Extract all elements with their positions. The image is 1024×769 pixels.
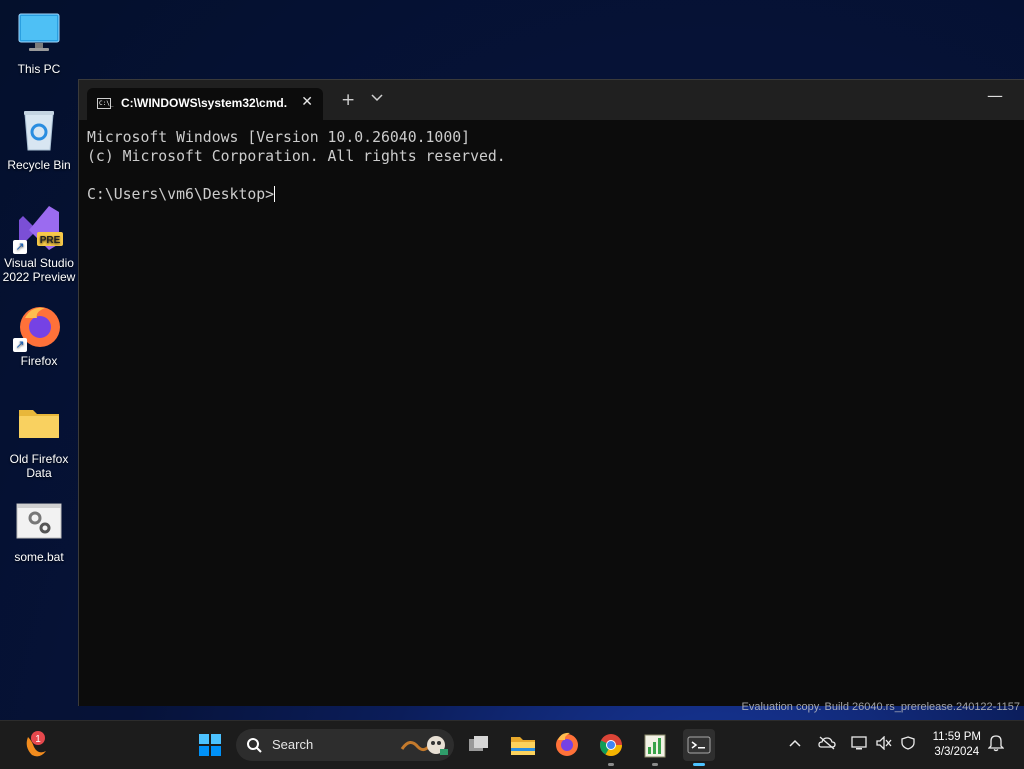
- widgets-icon: 1: [26, 731, 46, 757]
- console-output[interactable]: Microsoft Windows [Version 10.0.26040.10…: [87, 128, 506, 204]
- desktop-icon-firefox[interactable]: ↗ Firefox: [0, 302, 78, 368]
- terminal-taskbar-button[interactable]: [683, 729, 715, 766]
- firefox-icon: [556, 732, 578, 756]
- console-prompt-line[interactable]: C:\Users\vm6\Desktop>: [87, 185, 506, 204]
- widgets-button[interactable]: 1: [20, 729, 52, 761]
- pre-badge: PRE: [40, 235, 61, 246]
- firefox-icon: ↗: [13, 302, 63, 352]
- chevron-up-icon[interactable]: [789, 736, 801, 752]
- close-tab-icon[interactable]: ✕: [301, 94, 313, 110]
- clock-date: 3/3/2024: [934, 746, 980, 758]
- shortcut-arrow-icon: ↗: [13, 338, 27, 352]
- console-line: (c) Microsoft Corporation. All rights re…: [87, 148, 506, 165]
- task-view-icon: [469, 736, 488, 751]
- desktop-icon-label: 2022 Preview: [2, 270, 76, 284]
- taskbar-search[interactable]: Search: [236, 729, 454, 761]
- tab-cmd[interactable]: C:\_ C:\WINDOWS\system32\cmd. ✕: [87, 88, 323, 120]
- evaluation-watermark: Evaluation copy. Build 26040.rs_prerelea…: [741, 701, 1020, 713]
- file-explorer-button[interactable]: [507, 729, 539, 761]
- shortcut-arrow-icon: ↗: [13, 240, 27, 254]
- desktop-icon-this-pc[interactable]: This PC: [0, 10, 78, 76]
- volume-muted-icon[interactable]: [876, 735, 892, 754]
- search-label: Search: [272, 737, 314, 752]
- recycle-bin-icon: [15, 106, 63, 154]
- desktop-icon-label: Firefox: [20, 354, 58, 368]
- desktop-icon-label: This PC: [17, 62, 61, 76]
- windows-logo-icon: [199, 734, 221, 756]
- desktop-icon-some-bat[interactable]: some.bat: [0, 498, 78, 564]
- desktop-icon-old-firefox-data[interactable]: Old Firefox Data: [0, 400, 78, 480]
- tab-title: C:\WINDOWS\system32\cmd.: [121, 96, 288, 110]
- text-cursor: [274, 186, 276, 202]
- chrome-icon: [600, 734, 622, 756]
- notification-count: 1: [35, 734, 41, 745]
- minimize-button[interactable]: —: [987, 86, 1003, 105]
- desktop-icon-label: Visual Studio: [4, 256, 74, 270]
- new-tab-button[interactable]: +: [341, 90, 355, 110]
- firefox-taskbar-button[interactable]: [551, 729, 583, 761]
- running-indicator: [652, 763, 658, 766]
- onedrive-offline-icon[interactable]: [818, 736, 836, 754]
- monitor-icon: [15, 10, 63, 58]
- chevron-down-icon[interactable]: [371, 92, 383, 106]
- network-icon[interactable]: [851, 736, 867, 754]
- batch-file-gear-icon: [15, 498, 63, 546]
- visual-studio-icon: PRE ↗: [13, 204, 63, 254]
- desktop-icon-recycle-bin[interactable]: Recycle Bin: [0, 106, 78, 172]
- taskbar: 1 Search 11:59 PM 3/3/2024: [0, 720, 1024, 769]
- desktop-icon-label: Old Firefox: [9, 452, 69, 466]
- folder-icon: [511, 737, 535, 755]
- folder-icon: [15, 400, 63, 448]
- chrome-taskbar-button[interactable]: [595, 729, 627, 766]
- cmd-icon: C:\_: [97, 98, 114, 109]
- app-taskbar-button[interactable]: [639, 729, 671, 766]
- task-view-button[interactable]: [463, 729, 495, 761]
- console-line: Microsoft Windows [Version 10.0.26040.10…: [87, 129, 471, 146]
- console-prompt: C:\Users\vm6\Desktop>: [87, 186, 275, 203]
- running-indicator: [608, 763, 614, 766]
- desktop-icon-visual-studio[interactable]: PRE ↗ Visual Studio 2022 Preview: [0, 204, 78, 284]
- search-highlight-icon: [400, 736, 448, 755]
- clock[interactable]: 11:59 PM 3/3/2024: [933, 730, 981, 760]
- start-button[interactable]: [194, 729, 226, 761]
- search-icon: [247, 738, 262, 753]
- desktop-icon-label: Recycle Bin: [7, 158, 71, 172]
- desktop-icon-label: Data: [26, 466, 52, 480]
- desktop-icon-label: some.bat: [14, 550, 64, 564]
- battery-shield-icon[interactable]: [900, 736, 916, 754]
- bell-icon[interactable]: [987, 734, 1005, 756]
- title-bar[interactable]: C:\_ C:\WINDOWS\system32\cmd. ✕ + —: [79, 80, 1024, 120]
- terminal-window[interactable]: C:\_ C:\WINDOWS\system32\cmd. ✕ + — Micr…: [78, 79, 1024, 706]
- terminal-icon: [687, 736, 711, 754]
- chart-app-icon: [644, 734, 666, 758]
- active-indicator: [693, 763, 705, 766]
- clock-time: 11:59 PM: [932, 731, 981, 743]
